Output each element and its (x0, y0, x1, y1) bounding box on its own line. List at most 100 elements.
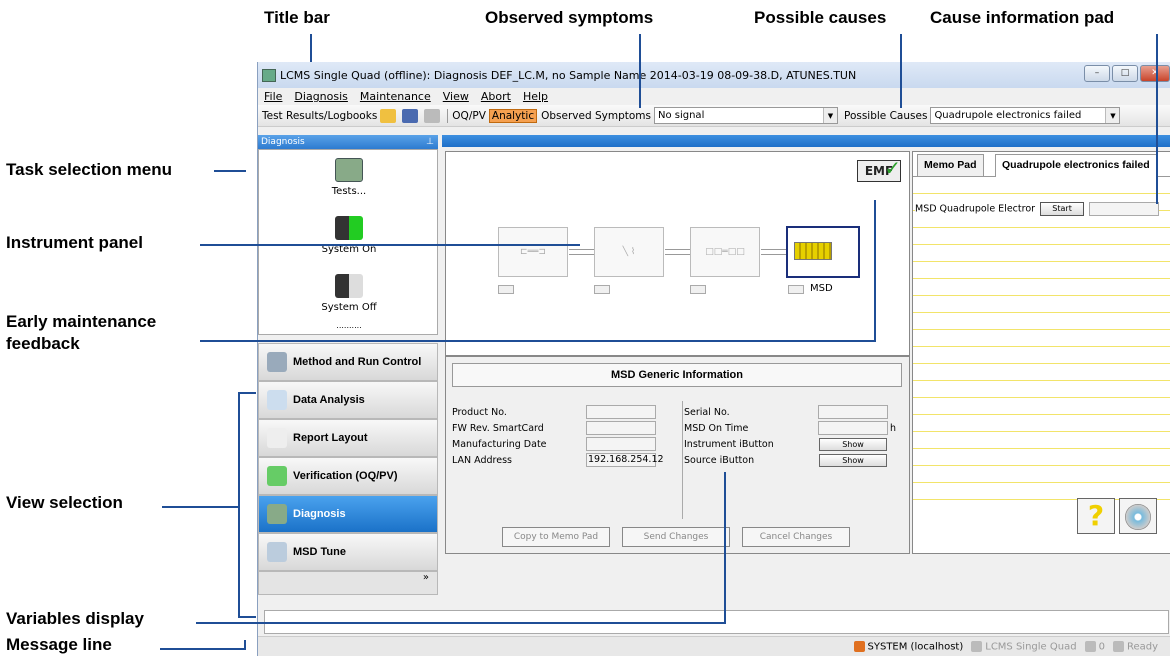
chevron-down-icon[interactable]: ▼ (1105, 108, 1120, 123)
print-icon[interactable] (424, 108, 441, 123)
task-system-on[interactable]: System On (259, 216, 439, 255)
ready-label: Ready (1126, 641, 1158, 653)
data-analysis-icon (267, 390, 287, 410)
possible-causes-label: Possible Causes (843, 109, 928, 122)
start-button[interactable]: Start (1040, 202, 1085, 216)
send-changes-button[interactable]: Send Changes (622, 527, 730, 547)
panel-header-bar (442, 135, 1170, 147)
toolbar: Test Results/Logbooks OQ/PV Analytic Obs… (258, 105, 1170, 127)
callout-message-line: Message line (6, 635, 112, 654)
source-ibutton-show-button[interactable]: Show (819, 454, 887, 467)
oqpv-button[interactable]: OQ/PV (452, 110, 486, 122)
report-icon (267, 428, 287, 448)
field-label: MSD On Time (684, 423, 749, 434)
menu-file[interactable]: File (264, 90, 282, 103)
module-pump[interactable]: ⊏══⊐ (498, 227, 568, 277)
cause-test-label: MSD Quadrupole Electror (915, 203, 1036, 215)
diagnosis-icon (267, 504, 287, 524)
field-label: Source iButton (684, 455, 755, 466)
instrument-ibutton-show-button[interactable]: Show (819, 438, 887, 451)
cause-test-row: MSD Quadrupole Electror Start (915, 202, 1160, 216)
product-no-field[interactable] (586, 405, 656, 419)
observed-symptoms-select[interactable]: No signal ▼ (653, 107, 838, 124)
instrument-label: LCMS Single Quad (985, 641, 1077, 653)
connector (665, 249, 690, 255)
field-label: Instrument iButton (684, 439, 774, 450)
instrument-panel: EMF ✓ ⊏══⊐ ╲ ⌇ □□═□□ MSD (445, 151, 910, 356)
ready-status: Ready (1112, 640, 1158, 653)
field-label: LAN Address (452, 455, 512, 466)
callout-possible-causes: Possible causes (754, 8, 887, 27)
menu-maintenance[interactable]: Maintenance (360, 90, 431, 103)
close-button[interactable]: ✕ (1140, 65, 1170, 82)
msd-icon (794, 242, 832, 260)
module-column[interactable]: □□═□□ (690, 227, 760, 277)
view-data-analysis[interactable]: Data Analysis (258, 381, 438, 419)
task-system-off[interactable]: System Off (259, 274, 439, 313)
menu-diagnosis[interactable]: Diagnosis (294, 90, 347, 103)
instrument-status: LCMS Single Quad (971, 640, 1077, 653)
maximize-button[interactable]: □ (1112, 65, 1138, 82)
view-verification[interactable]: Verification (OQ/PV) (258, 457, 438, 495)
user-icon (853, 640, 865, 652)
leader-line (196, 622, 726, 624)
open-folder-icon[interactable] (380, 108, 397, 123)
task-tests[interactable]: Tests... (259, 158, 439, 197)
msd-on-time-field[interactable] (818, 421, 888, 435)
view-label: Verification (OQ/PV) (293, 470, 398, 482)
memo-lines[interactable] (913, 176, 1170, 512)
view-msd-tune[interactable]: MSD Tune (258, 533, 438, 571)
cause-information-pad: Memo Pad Quadrupole electronics failed M… (912, 151, 1170, 554)
analytic-button[interactable]: Analytic (488, 108, 538, 123)
save-icon[interactable] (402, 108, 419, 123)
cancel-changes-button[interactable]: Cancel Changes (742, 527, 850, 547)
view-report-layout[interactable]: Report Layout (258, 419, 438, 457)
app-window: LCMS Single Quad (offline): Diagnosis DE… (257, 62, 1170, 656)
serial-no-field[interactable] (818, 405, 888, 419)
task-selection-menu: Tests... System On System Off .......... (258, 149, 438, 335)
disc-icon[interactable] (1119, 498, 1157, 534)
observed-symptoms-label: Observed Symptoms (541, 109, 651, 122)
more-views-button[interactable]: » (258, 571, 438, 595)
connector (569, 249, 594, 255)
possible-causes-select[interactable]: Quadrupole electronics failed ▼ (930, 107, 1121, 124)
splitter-handle[interactable]: .......... (259, 322, 439, 330)
copy-to-memo-pad-button[interactable]: Copy to Memo Pad (502, 527, 610, 547)
view-method-run-control[interactable]: Method and Run Control (258, 343, 438, 381)
generic-info-title: MSD Generic Information (452, 363, 902, 387)
system-off-icon (335, 274, 363, 298)
possible-causes-value: Quadrupole electronics failed (934, 110, 1082, 121)
tab-memo-pad[interactable]: Memo Pad (917, 154, 984, 176)
test-results-button[interactable]: Test Results/Logbooks (262, 110, 377, 122)
module-msd[interactable] (786, 226, 860, 278)
menu-view[interactable]: View (443, 90, 469, 103)
mfg-date-field[interactable] (586, 437, 656, 451)
minimize-button[interactable]: – (1084, 65, 1110, 82)
pin-icon[interactable]: ⊥ (426, 135, 434, 149)
leader-line (310, 34, 312, 62)
menu-help[interactable]: Help (523, 90, 548, 103)
menu-abort[interactable]: Abort (481, 90, 511, 103)
leader-line (162, 506, 240, 508)
observed-symptoms-value: No signal (657, 110, 705, 121)
view-label: Report Layout (293, 432, 368, 444)
chevron-down-icon[interactable]: ▼ (822, 108, 837, 123)
help-icon[interactable]: ? (1077, 498, 1115, 534)
tab-cause[interactable]: Quadrupole electronics failed (995, 154, 1157, 177)
fw-rev-field[interactable] (586, 421, 656, 435)
lan-address-field[interactable]: 192.168.254.12 (586, 453, 664, 467)
view-diagnosis[interactable]: Diagnosis (258, 495, 438, 533)
callout-task-selection: Task selection menu (6, 160, 172, 179)
module-sampler[interactable]: ╲ ⌇ (594, 227, 664, 277)
title-bar[interactable]: LCMS Single Quad (offline): Diagnosis DE… (258, 62, 1170, 88)
annotated-screenshot: Title bar Observed symptoms Possible cau… (0, 0, 1170, 656)
system-on-icon (335, 216, 363, 240)
toolbar-separator (447, 108, 449, 123)
callout-early-maintenance-2: feedback (6, 334, 80, 353)
left-pane: Diagnosis ⊥ Tests... System On System Of… (258, 135, 438, 625)
tests-icon (335, 158, 363, 182)
leader-line (244, 640, 246, 650)
window-title: LCMS Single Quad (offline): Diagnosis DE… (280, 68, 857, 82)
field-label: FW Rev. SmartCard (452, 423, 544, 434)
view-selection: Method and Run Control Data Analysis Rep… (258, 343, 438, 595)
